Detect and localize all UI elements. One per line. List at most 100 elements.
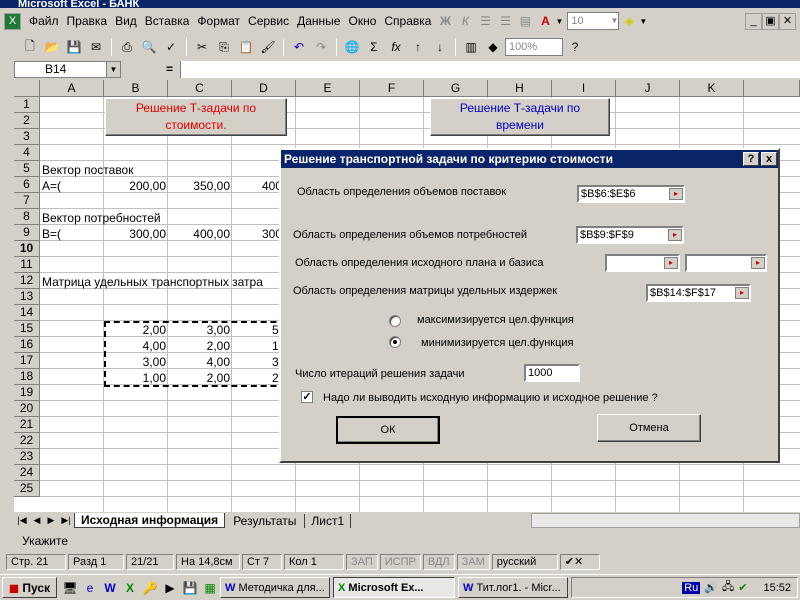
maximize-label[interactable]: максимизируется цел.функция xyxy=(417,314,574,326)
row-header[interactable]: 14 xyxy=(14,305,40,321)
new-icon[interactable]: 🗋 xyxy=(20,37,40,57)
row-header[interactable]: 11 xyxy=(14,257,40,273)
quicklaunch-excel-icon[interactable]: X xyxy=(120,581,140,595)
cell-d14[interactable]: 5 xyxy=(272,322,279,338)
row-header[interactable]: 2 xyxy=(14,113,40,129)
supply-range-input[interactable]: $B$6:$E$6 ▸ xyxy=(577,185,685,203)
next-sheet-icon[interactable]: ▶ xyxy=(44,515,58,526)
collapse-dialog-icon[interactable]: ▸ xyxy=(735,287,749,299)
row-header[interactable]: 9 xyxy=(14,225,40,241)
restore-icon[interactable]: ▣ xyxy=(762,12,779,30)
task-word-titlog[interactable]: W Тит.лог1. - Micr... xyxy=(458,577,568,598)
fill-color-icon[interactable]: ◈ xyxy=(619,11,639,31)
menu-file[interactable]: Файл xyxy=(25,14,63,28)
menu-tools[interactable]: Сервис xyxy=(244,14,293,28)
ok-button[interactable]: ОК xyxy=(336,416,440,444)
solve-by-time-button[interactable]: Решение Т-задачи по времени xyxy=(430,98,610,136)
cell-a9[interactable]: В=( xyxy=(42,226,61,242)
row-header[interactable]: 1 xyxy=(14,97,40,113)
start-button[interactable]: ◼ Пуск xyxy=(2,577,57,598)
close-icon[interactable]: ✕ xyxy=(779,12,796,30)
lang-indicator[interactable]: Ru xyxy=(682,581,701,594)
volume-icon[interactable]: 🔊 xyxy=(704,581,718,594)
row-header[interactable]: 24 xyxy=(14,465,40,481)
cell-c16[interactable]: 4,00 xyxy=(168,354,230,370)
collapse-dialog-icon[interactable]: ▸ xyxy=(669,188,683,200)
cell-d15[interactable]: 1 xyxy=(272,338,279,354)
print-icon[interactable]: ⎙ xyxy=(117,37,137,57)
maximize-radio[interactable] xyxy=(389,315,401,327)
cell-a6[interactable]: А=( xyxy=(42,178,61,194)
col-header-g[interactable]: G xyxy=(424,80,488,97)
cell-b15[interactable]: 4,00 xyxy=(104,338,166,354)
iterations-input[interactable]: 1000 xyxy=(524,364,580,382)
italic-button[interactable]: К xyxy=(455,11,475,31)
save-icon[interactable]: 💾 xyxy=(64,37,84,57)
col-header-j[interactable]: J xyxy=(616,80,680,97)
row-header[interactable]: 22 xyxy=(14,433,40,449)
row-header[interactable]: 17 xyxy=(14,353,40,369)
status-ext[interactable]: ВДЛ xyxy=(422,554,455,570)
cell-a12[interactable]: Матрица удельных транспортных затра xyxy=(42,274,263,290)
cell-b17[interactable]: 1,00 xyxy=(104,370,166,386)
collapse-dialog-icon[interactable]: ▸ xyxy=(751,257,765,269)
show-info-checkbox[interactable]: ✓ xyxy=(301,391,313,403)
row-header[interactable]: 6 xyxy=(14,177,40,193)
name-box[interactable]: B14 ▼ xyxy=(14,61,121,78)
row-header[interactable]: 7 xyxy=(14,193,40,209)
col-header-l[interactable] xyxy=(744,80,800,97)
row-header[interactable]: 5 xyxy=(14,161,40,177)
demand-range-input[interactable]: $B$9:$F$9 ▸ xyxy=(576,226,684,244)
drawing-icon[interactable]: ◆ xyxy=(483,37,503,57)
initial-plan-input[interactable]: ▸ xyxy=(605,254,680,272)
sort-asc-icon[interactable]: ↑ xyxy=(408,37,428,57)
cell-d16[interactable]: 3 xyxy=(272,354,279,370)
cell-b14[interactable]: 2,00 xyxy=(104,322,166,338)
collapse-dialog-icon[interactable]: ▸ xyxy=(668,229,682,241)
row-header[interactable]: 23 xyxy=(14,449,40,465)
prev-sheet-icon[interactable]: ◀ xyxy=(30,515,44,526)
excel-doc-icon[interactable]: X xyxy=(4,12,21,30)
formula-equals[interactable]: = xyxy=(166,62,173,76)
col-header-k[interactable]: K xyxy=(680,80,744,97)
quicklaunch-save-icon[interactable]: 💾 xyxy=(180,581,200,595)
row-header[interactable]: 13 xyxy=(14,289,40,305)
merge-icon[interactable]: ▤ xyxy=(515,11,535,31)
menu-data[interactable]: Данные xyxy=(293,14,344,28)
minimize-label[interactable]: минимизируется цел.функция xyxy=(421,337,574,349)
open-icon[interactable]: 📂 xyxy=(42,37,62,57)
help-icon[interactable]: ? xyxy=(565,37,585,57)
cost-matrix-input[interactable]: $B$14:$F$17 ▸ xyxy=(646,284,751,302)
row-header[interactable]: 15 xyxy=(14,321,40,337)
quicklaunch-ie-icon[interactable]: e xyxy=(80,581,100,595)
cell-b9[interactable]: 300,00 xyxy=(104,226,166,242)
tab-results[interactable]: Результаты xyxy=(225,513,306,528)
chart-wizard-icon[interactable]: ▥ xyxy=(461,37,481,57)
tab-source-info[interactable]: Исходная информация xyxy=(74,513,226,528)
network-icon[interactable]: 🖧 xyxy=(722,578,734,597)
row-header[interactable]: 20 xyxy=(14,401,40,417)
quicklaunch-desktop-icon[interactable]: 🖥 xyxy=(60,581,80,595)
clock[interactable]: 15:52 xyxy=(763,582,791,594)
basis-input[interactable]: ▸ xyxy=(685,254,767,272)
menu-view[interactable]: Вид xyxy=(111,14,141,28)
spelling-icon[interactable]: ✓ xyxy=(161,37,181,57)
dialog-title-bar[interactable]: Решение транспортной задачи по критерию … xyxy=(281,150,778,168)
sort-desc-icon[interactable]: ↓ xyxy=(430,37,450,57)
paste-icon[interactable]: 📋 xyxy=(236,37,256,57)
row-header[interactable]: 8 xyxy=(14,209,40,225)
quicklaunch-excel2-icon[interactable]: ▦ xyxy=(200,581,220,595)
col-header-e[interactable]: E xyxy=(296,80,360,97)
copy-icon[interactable]: ⎘ xyxy=(214,37,234,57)
cancel-button[interactable]: Отмена xyxy=(597,414,701,442)
menu-edit[interactable]: Правка xyxy=(63,14,112,28)
menu-insert[interactable]: Вставка xyxy=(141,14,194,28)
menu-window[interactable]: Окно xyxy=(344,14,380,28)
task-word-methodichka[interactable]: W Методичка для... xyxy=(220,577,330,598)
solve-by-cost-button[interactable]: Решение Т-задачи по стоимости. xyxy=(105,98,287,136)
row-header[interactable]: 19 xyxy=(14,385,40,401)
row-header[interactable]: 16 xyxy=(14,337,40,353)
cell-d17[interactable]: 2 xyxy=(272,370,279,386)
fill-color-dropdown[interactable]: ▼ xyxy=(639,17,647,26)
status-ovr[interactable]: ЗАМ xyxy=(456,554,490,570)
